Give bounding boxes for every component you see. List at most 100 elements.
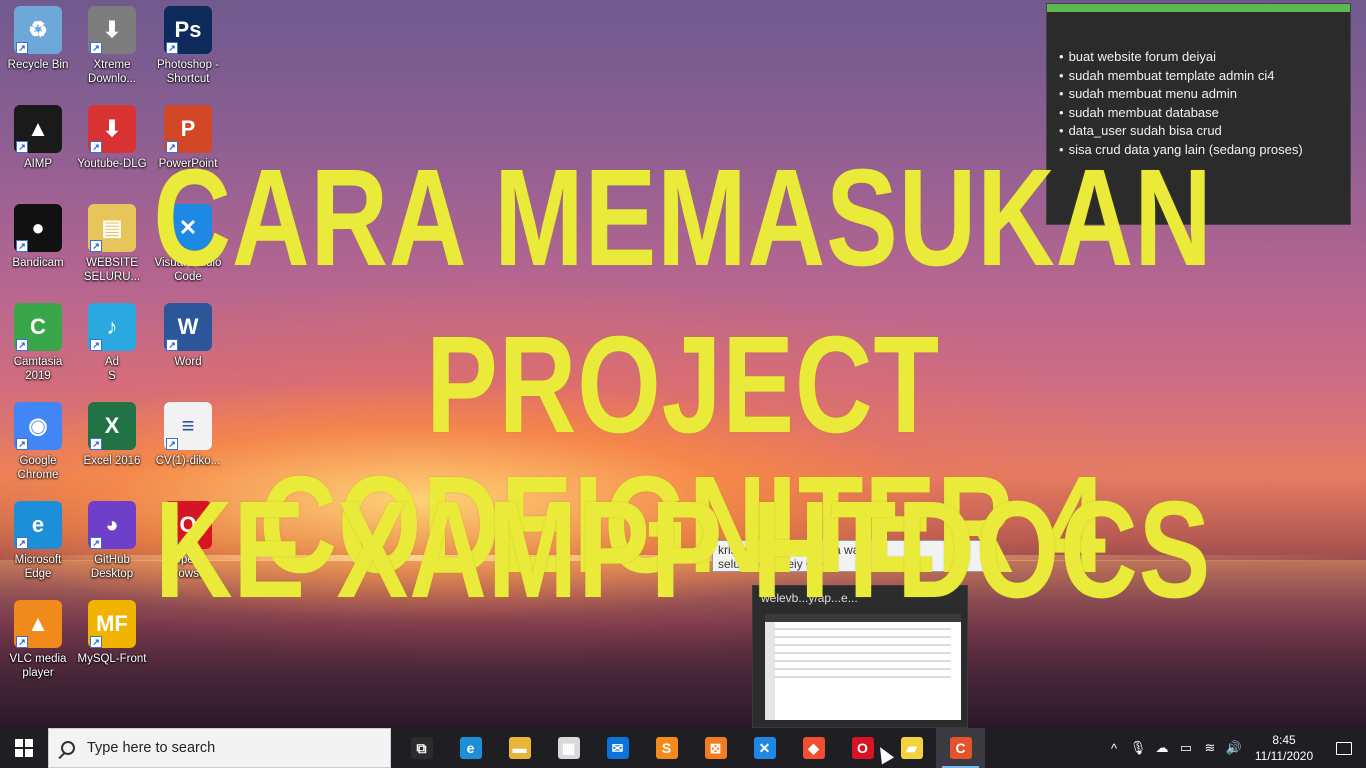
cloud-icon[interactable]: ☁ [1150,740,1174,756]
folder-icon: ▬ [508,737,531,759]
desktop-icon[interactable]: C ↗ Camtasia 2019 [0,297,76,393]
taskbar-app-store[interactable]: ▦ [544,728,593,768]
action-center-button[interactable] [1322,741,1366,755]
desktop-icon[interactable]: ◕ ↗ GitHub Desktop [74,495,150,591]
edge-icon: e ↗ [14,501,62,549]
desktop-icon-label: PowerPoint 2016 [158,158,218,184]
sticky-note-widget[interactable]: buat website forum deiyai sudah membuat … [1046,3,1351,225]
shortcut-arrow-icon: ↗ [16,339,28,351]
vlc-icon: ▲ ↗ [14,600,62,648]
windows-logo-icon [15,739,33,757]
desktop-icon[interactable]: ⬇ ↗ Youtube-DLG [74,99,150,195]
desktop-icon-label: Excel 2016 [83,455,141,467]
preview-thumb-row [775,676,951,678]
desktop-icon[interactable]: ▤ ↗ WEBSITE SELURU... [74,198,150,294]
desktop-icon-label: CV(1)-diko... [155,455,221,467]
document-icon: ≡ ↗ [164,402,212,450]
shortcut-arrow-icon: ↗ [16,537,28,549]
desktop-icon[interactable]: ≡ ↗ CV(1)-diko... [150,396,226,492]
desktop-icon[interactable]: ◉ ↗ Google Chrome [0,396,76,492]
word-icon: W ↗ [164,303,212,351]
taskbar-app-sublime[interactable]: S [642,728,691,768]
desktop-icon-label: Google Chrome [17,455,59,481]
taskbar-pinned-apps: ⧉ e ▬ ▦ ✉ S ⊠ ✕ ◆ O ▰ C [397,728,985,768]
desktop-icon-label: GitHub Desktop [90,554,134,580]
desktop-icon[interactable]: W ↗ Word [150,297,226,393]
taskbar-app-vscode[interactable]: ✕ [740,728,789,768]
desktop-icon[interactable]: ♪ ↗ Ad S [74,297,150,393]
desktop-icon[interactable]: ▲ ↗ VLC media player [0,594,76,690]
preview-thumbnail[interactable] [765,614,961,720]
show-hidden-icons-chevron-icon[interactable]: ^ [1102,741,1126,756]
shortcut-arrow-icon: ↗ [90,240,102,252]
shortcut-arrow-icon: ↗ [166,438,178,450]
opera-icon: O ↗ [164,501,212,549]
taskbar-clock[interactable]: 8:45 11/11/2020 [1246,732,1322,764]
battery-icon[interactable]: ▭ [1174,740,1198,756]
desktop-icon-label: Recycle Bin [7,59,69,71]
recycle-bin-icon: ♻ ↗ [14,6,62,54]
taskbar-app-task-view[interactable]: ⧉ [397,728,446,768]
shortcut-arrow-icon: ↗ [16,636,28,648]
shortcut-arrow-icon: ↗ [166,42,178,54]
desktop-icon[interactable]: ● ↗ Bandicam [0,198,76,294]
sticky-note-header-bar[interactable] [1047,4,1350,12]
desktop-icon-label: AIMP [23,158,53,170]
desktop-icon[interactable]: MF ↗ MySQL-Front [74,594,150,690]
clock-date: 11/11/2020 [1254,749,1314,763]
desktop-icon[interactable]: X ↗ Excel 2016 [74,396,150,492]
edge-icon: e [459,737,482,759]
desktop-icon-label: Word [174,356,202,368]
sticky-notes-icon: ▰ [900,737,923,759]
mysql-front-icon: MF ↗ [88,600,136,648]
camtasia-icon: C [949,737,972,759]
taskbar-app-file-explorer[interactable]: ▬ [495,728,544,768]
clock-time: 8:45 [1272,733,1296,747]
taskbar-app-mail[interactable]: ✉ [593,728,642,768]
shortcut-arrow-icon: ↗ [90,141,102,153]
desktop-icon-label: Opera Browser [166,554,210,580]
volume-icon[interactable]: 🔊 [1222,740,1246,756]
desktop-icon[interactable]: ✕ ↗ Visual Studio Code [150,198,226,294]
chrome-icon: ◉ ↗ [14,402,62,450]
microphone-icon[interactable]: 🎙 [1126,740,1150,756]
preview-thumb-row [775,628,951,630]
preview-thumb-row [775,644,951,646]
task-view-icon: ⧉ [410,737,433,759]
system-tray: ^ 🎙 ☁ ▭ ≋ 🔊 8:45 11/11/2020 [1102,728,1366,768]
desktop-icon-label: Microsoft Edge [14,554,62,580]
window-tooltip: kristo appst web ka ma wa seluru ou n de… [712,540,997,572]
shortcut-arrow-icon: ↗ [16,141,28,153]
music-app-icon: ♪ ↗ [88,303,136,351]
taskbar: Type here to search ⧉ e ▬ ▦ ✉ S ⊠ ✕ ◆ O ▰ C ^ 🎙 ☁ ▭… [0,728,1366,768]
desktop-icon[interactable]: ♻ ↗ Recycle Bin [0,0,76,96]
vscode-icon: ✕ ↗ [164,204,212,252]
desktop-icon-label: Camtasia 2019 [13,356,63,382]
shortcut-arrow-icon: ↗ [90,339,102,351]
taskbar-app-sticky-notes[interactable]: ▰ [887,728,936,768]
desktop-icon[interactable]: P ↗ PowerPoint 2016 [150,99,226,195]
xampp-icon: ⊠ [704,737,727,759]
desktop-icon[interactable]: ▲ ↗ AIMP [0,99,76,195]
taskbar-window-preview[interactable]: welevb...y/ap...e... [752,585,968,728]
taskbar-app-edge[interactable]: e [446,728,495,768]
tooltip-line: kristo appst web ka ma wa [718,543,860,557]
desktop-icon[interactable]: ⬇ ↗ Xtreme Downlo... [74,0,150,96]
desktop-icon[interactable]: Ps ↗ Photoshop - Shortcut [150,0,226,96]
sticky-note-item: sudah membuat database [1059,104,1338,123]
start-button[interactable] [0,728,48,768]
wifi-icon[interactable]: ≋ [1198,740,1222,756]
desktop-icon[interactable]: O ↗ Opera Browser [150,495,226,591]
taskbar-app-git[interactable]: ◆ [789,728,838,768]
taskbar-app-camtasia[interactable]: C [936,728,985,768]
desktop-icon[interactable]: e ↗ Microsoft Edge [0,495,76,591]
shortcut-arrow-icon: ↗ [166,339,178,351]
preview-thumb-row [775,652,951,654]
sticky-note-item: sudah membuat template admin ci4 [1059,67,1338,86]
shortcut-arrow-icon: ↗ [90,42,102,54]
taskbar-search-box[interactable]: Type here to search [48,728,391,768]
desktop-icon-label: VLC media player [9,653,67,679]
excel-icon: X ↗ [88,402,136,450]
taskbar-app-xampp[interactable]: ⊠ [691,728,740,768]
shortcut-arrow-icon: ↗ [16,438,28,450]
